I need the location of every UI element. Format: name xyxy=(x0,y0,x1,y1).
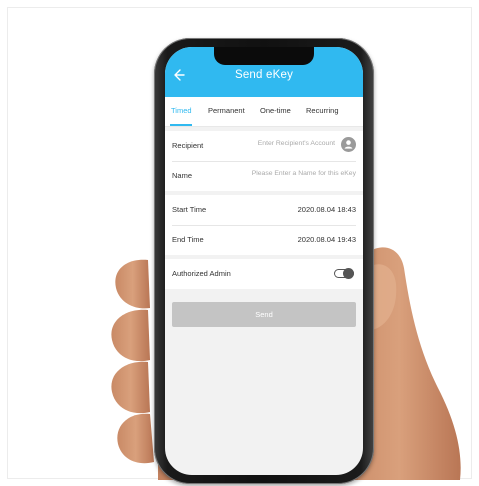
tab-permanent[interactable]: Permanent xyxy=(208,106,245,115)
active-tab-indicator xyxy=(170,124,192,126)
start-time-row[interactable]: Start Time 2020.08.04 18:43 xyxy=(165,195,363,225)
contact-icon[interactable] xyxy=(341,137,356,152)
name-row: Name xyxy=(165,161,363,191)
send-button[interactable]: Send xyxy=(172,302,356,327)
end-time-value[interactable]: 2020.08.04 19:43 xyxy=(298,235,356,244)
recipient-row: Recipient xyxy=(165,131,363,161)
tab-one-time[interactable]: One-time xyxy=(260,106,291,115)
name-label: Name xyxy=(172,171,193,180)
phone-notch xyxy=(214,47,314,65)
recipient-card: Recipient Name xyxy=(165,131,363,191)
image-frame: Send eKey Timed Permanent One-time Recur… xyxy=(7,7,472,484)
time-card: Start Time 2020.08.04 18:43 End Time 202… xyxy=(165,195,363,255)
phone-frame: Send eKey Timed Permanent One-time Recur… xyxy=(154,38,374,484)
start-time-label: Start Time xyxy=(172,205,207,214)
phone-screen: Send eKey Timed Permanent One-time Recur… xyxy=(165,47,363,475)
end-time-row[interactable]: End Time 2020.08.04 19:43 xyxy=(165,225,363,255)
tab-bar: Timed Permanent One-time Recurring xyxy=(165,97,363,127)
authorized-admin-toggle[interactable] xyxy=(334,268,354,279)
recipient-label: Recipient xyxy=(172,141,204,150)
admin-card: Authorized Admin xyxy=(165,259,363,289)
page-title: Send eKey xyxy=(234,69,294,81)
toggle-knob xyxy=(343,268,354,279)
tab-recurring[interactable]: Recurring xyxy=(306,106,339,115)
tab-timed[interactable]: Timed xyxy=(171,106,192,115)
recipient-input[interactable] xyxy=(205,140,335,147)
authorized-admin-label: Authorized Admin xyxy=(172,269,231,278)
start-time-value[interactable]: 2020.08.04 18:43 xyxy=(298,205,356,214)
authorized-admin-row: Authorized Admin xyxy=(165,259,363,289)
end-time-label: End Time xyxy=(172,235,204,244)
name-input[interactable] xyxy=(226,170,356,177)
